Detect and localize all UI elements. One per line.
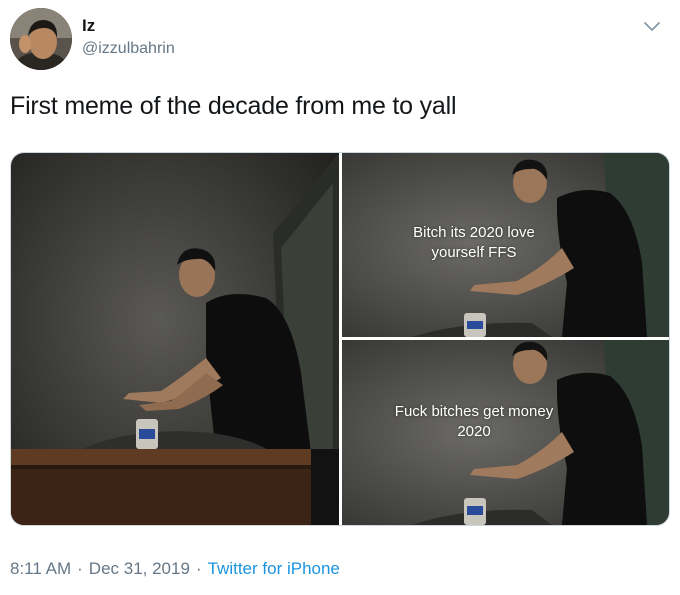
tweet-time[interactable]: 8:11 AM bbox=[10, 559, 71, 578]
tweet-header: Iz @izzulbahrin bbox=[10, 8, 670, 72]
tweet-text: First meme of the decade from me to yall bbox=[10, 92, 457, 120]
tweet-meta: 8:11 AM · Dec 31, 2019 · Twitter for iPhone bbox=[10, 558, 340, 580]
avatar[interactable] bbox=[10, 8, 72, 70]
meme-photo-main[interactable] bbox=[11, 153, 339, 525]
chevron-down-icon[interactable] bbox=[640, 14, 664, 38]
avatar-image bbox=[10, 8, 72, 70]
meta-separator: · bbox=[195, 559, 202, 578]
tweet-date[interactable]: Dec 31, 2019 bbox=[89, 559, 190, 578]
tweet-source-link[interactable]: Twitter for iPhone bbox=[208, 559, 340, 578]
display-name[interactable]: Iz bbox=[82, 16, 175, 36]
meme-photo-bottom-right[interactable]: Fuck bitches get money 2020 bbox=[342, 340, 669, 525]
user-handle[interactable]: @izzulbahrin bbox=[82, 38, 175, 60]
meme-caption-bottom: Fuck bitches get money 2020 bbox=[394, 403, 554, 440]
user-names: Iz @izzulbahrin bbox=[82, 16, 175, 60]
meme-photo-top-right[interactable]: Bitch its 2020 love yourself FFS bbox=[342, 153, 669, 337]
tweet-media[interactable]: Bitch its 2020 love yourself FFS Fuck bi… bbox=[10, 152, 670, 526]
meta-separator: · bbox=[77, 559, 83, 578]
meme-caption-top: Bitch its 2020 love yourself FFS bbox=[413, 224, 535, 261]
